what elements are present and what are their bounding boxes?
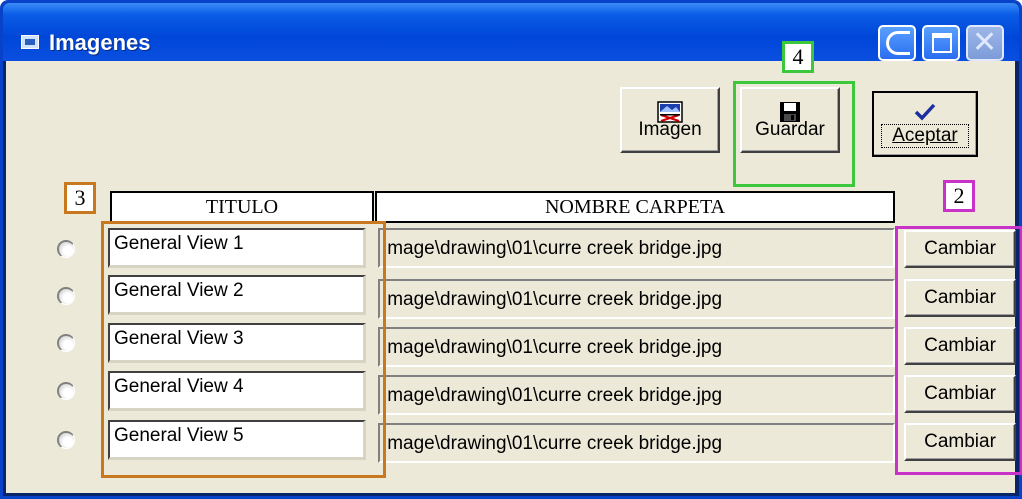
aceptar-button[interactable]: Aceptar <box>872 91 978 157</box>
maximize-icon <box>932 33 952 53</box>
annotation-label-4: 4 <box>782 41 814 73</box>
row-radio[interactable] <box>57 431 75 449</box>
folder-path-field: image\drawing\01\curre creek bridge.jpg <box>378 423 895 463</box>
minimize-icon <box>886 31 910 55</box>
annotation-box-3 <box>101 221 386 478</box>
imagen-button-label: Imagen <box>638 119 702 140</box>
close-icon: ✕ <box>972 26 998 59</box>
aceptar-button-label: Aceptar <box>881 124 969 148</box>
dialog-client-area: Imagen Guardar Aceptar TITULO NOMBRE CAR… <box>6 41 1022 493</box>
row-radio[interactable] <box>57 240 75 258</box>
row-radio[interactable] <box>57 287 75 305</box>
folder-path-field: image\drawing\01\curre creek bridge.jpg <box>378 228 895 268</box>
annotation-box-2 <box>895 226 1022 475</box>
folder-path-field: image\drawing\01\curre creek bridge.jpg <box>378 327 895 367</box>
window-app-icon <box>21 35 39 49</box>
annotation-label-3: 3 <box>64 182 96 214</box>
maximize-button[interactable] <box>922 25 960 61</box>
window-title: Imagenes <box>49 30 151 55</box>
column-header-nombre-carpeta: NOMBRE CARPETA <box>375 191 895 223</box>
imagen-button[interactable]: Imagen <box>620 87 720 153</box>
minimize-button[interactable] <box>878 25 916 61</box>
annotation-label-2: 2 <box>943 180 975 212</box>
close-button[interactable]: ✕ <box>966 25 1004 61</box>
row-radio[interactable] <box>57 334 75 352</box>
folder-path-field: image\drawing\01\curre creek bridge.jpg <box>378 279 895 319</box>
folder-path-field: image\drawing\01\curre creek bridge.jpg <box>378 375 895 415</box>
imagenes-window: Imagenes ✕ Imagen Guardar Aceptar TITULO… <box>0 0 1022 499</box>
row-radio[interactable] <box>57 382 75 400</box>
annotation-box-4 <box>733 81 855 187</box>
title-bar[interactable]: Imagenes ✕ <box>3 3 1019 61</box>
column-header-titulo: TITULO <box>110 191 374 223</box>
